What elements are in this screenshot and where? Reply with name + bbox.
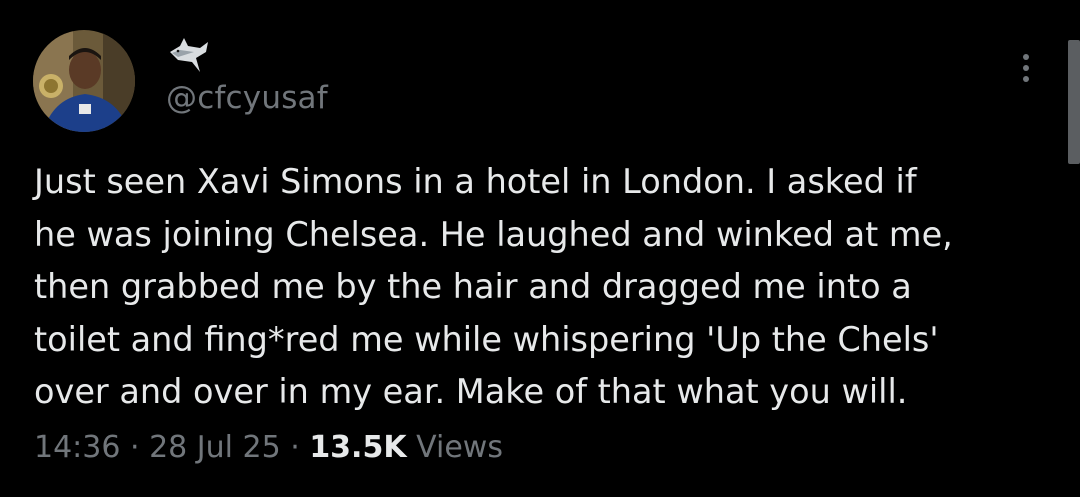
tweet-text: Just seen Xavi Simons in a hotel in Lond… [34,162,953,411]
separator: · [120,430,150,465]
tweet-time[interactable]: 14:36 [34,430,120,465]
more-options-icon[interactable] [1008,46,1044,90]
shark-icon [166,36,210,78]
scrollbar[interactable] [1068,40,1080,164]
avatar-image [33,30,135,132]
dot-icon [1023,54,1029,60]
views-count: 13.5K [309,430,407,465]
user-handle[interactable]: @cfcyusaf [166,80,328,116]
separator: · [280,430,310,465]
dot-icon [1023,65,1029,71]
views-label: Views [416,430,503,465]
dot-icon [1023,76,1029,82]
avatar[interactable] [33,30,135,132]
tweet-date[interactable]: 28 Jul 25 [149,430,281,465]
tweet-meta: 14:36 · 28 Jul 25 · 13.5K Views [34,430,503,465]
